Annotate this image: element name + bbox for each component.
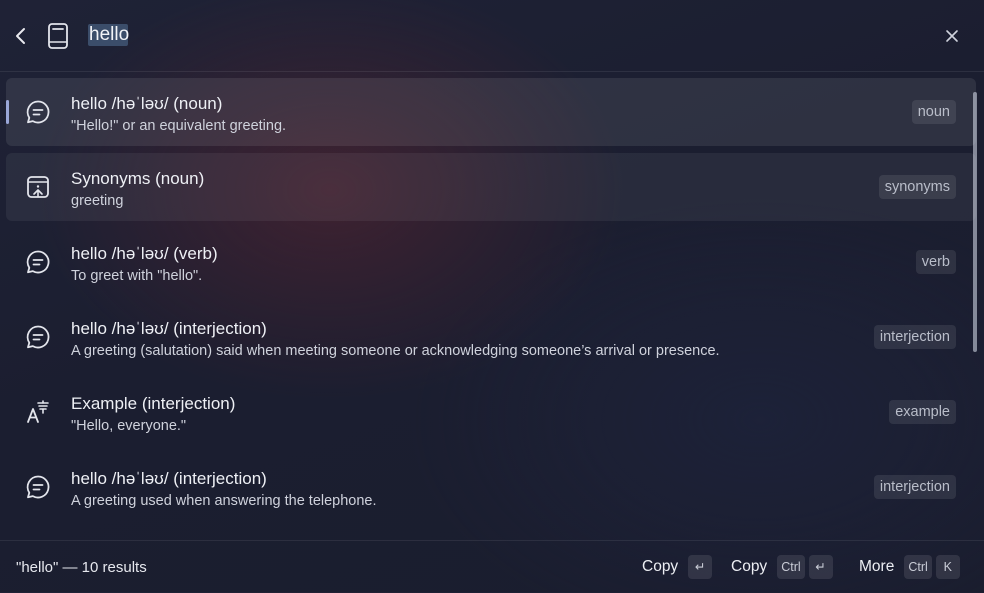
result-title: hello /həˈləʊ/ (noun) [71, 94, 223, 113]
result-title: hello /həˈləʊ/ (interjection) [71, 319, 267, 338]
result-row[interactable]: Synonyms (noun) greeting synonyms [6, 153, 976, 221]
result-subtitle: A greeting used when answering the telep… [71, 493, 377, 509]
result-title: Synonyms (noun) [71, 169, 205, 188]
k-key-hint: K [935, 555, 960, 579]
back-button[interactable] [10, 24, 32, 48]
copy-ctrl-action[interactable]: Copy Ctrl ↵ [731, 551, 837, 583]
synonyms-icon [24, 173, 52, 201]
result-subtitle: "Hello, everyone." [71, 418, 187, 434]
selection-indicator [6, 100, 9, 124]
copy-action-label: Copy [642, 558, 679, 575]
result-row[interactable]: hello /həˈləʊ/ (verb) To greet with "hel… [6, 228, 976, 296]
chat-bubble-icon [24, 473, 52, 501]
result-title: hello /həˈləʊ/ (interjection) [71, 469, 267, 488]
result-tag: noun [911, 100, 956, 124]
enter-key-hint: ↵ [688, 555, 713, 579]
scrollbar-thumb[interactable] [973, 92, 977, 352]
search-header [0, 0, 984, 72]
result-tag: synonyms [878, 175, 956, 199]
search-input[interactable] [86, 22, 892, 48]
enter-key-hint: ↵ [808, 555, 833, 579]
result-row[interactable]: Example (interjection) "Hello, everyone.… [6, 378, 976, 446]
result-tag: interjection [873, 325, 956, 349]
result-title: hello /həˈləʊ/ (verb) [71, 244, 218, 263]
more-actions-button[interactable]: More Ctrl K [859, 551, 964, 583]
chat-bubble-icon [24, 323, 52, 351]
copy-ctrl-action-label: Copy [731, 558, 768, 575]
result-tag: example [889, 400, 956, 424]
ctrl-key-hint: Ctrl [777, 555, 805, 579]
chat-bubble-icon [24, 98, 52, 126]
result-row[interactable]: hello /həˈləʊ/ (interjection) A greeting… [6, 453, 976, 521]
chat-bubble-icon [24, 248, 52, 276]
ctrl-key-hint: Ctrl [904, 555, 932, 579]
translate-icon [24, 398, 52, 426]
copy-action[interactable]: Copy ↵ [642, 551, 716, 583]
result-subtitle: greeting [71, 193, 124, 209]
result-row[interactable]: hello /həˈləʊ/ (interjection) A greeting… [6, 303, 976, 371]
more-action-label: More [859, 558, 895, 575]
close-icon [946, 30, 958, 42]
action-footer: "hello" — 10 results Copy ↵ Copy Ctrl ↵ … [0, 540, 984, 593]
result-subtitle: To greet with "hello". [71, 268, 203, 284]
result-title: Example (interjection) [71, 394, 236, 413]
result-subtitle: A greeting (salutation) said when meetin… [71, 343, 720, 359]
chevron-left-icon [16, 28, 25, 44]
close-button[interactable] [940, 24, 964, 48]
dictionary-book-icon [46, 22, 70, 50]
result-tag: verb [915, 250, 956, 274]
result-row[interactable]: hello /həˈləʊ/ (noun) "Hello!" or an equ… [6, 78, 976, 146]
result-count-status: "hello" — 10 results [16, 559, 147, 576]
result-tag: interjection [873, 475, 956, 499]
results-list: hello /həˈləʊ/ (noun) "Hello!" or an equ… [0, 72, 984, 540]
result-subtitle: "Hello!" or an equivalent greeting. [71, 118, 287, 134]
